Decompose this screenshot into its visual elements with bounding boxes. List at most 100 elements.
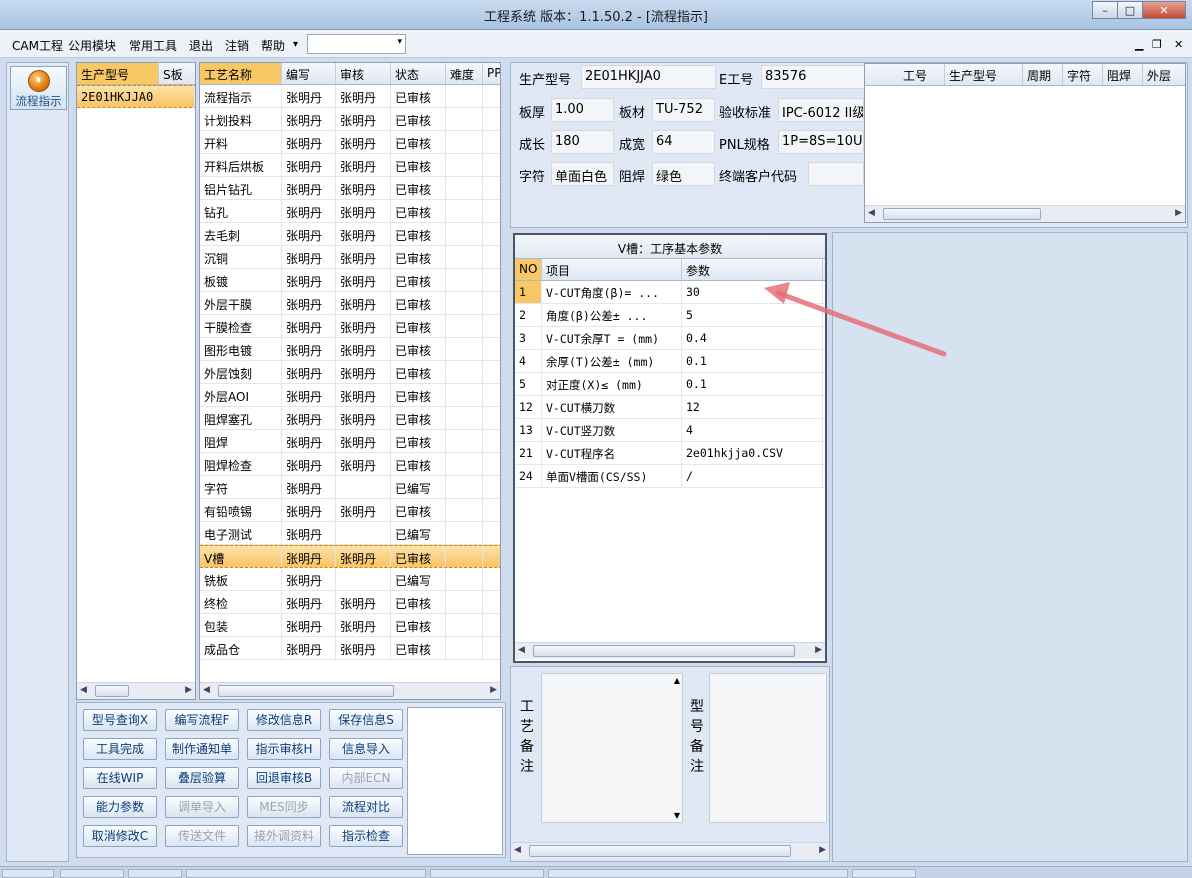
- customer-code-field[interactable]: [808, 162, 864, 186]
- col-character[interactable]: 字符: [1063, 64, 1103, 85]
- scroll-thumb[interactable]: [529, 845, 791, 857]
- col-outer-layer[interactable]: 外层: [1143, 64, 1185, 85]
- table-row[interactable]: 有铅喷锡 张明丹 张明丹 已审核: [200, 499, 500, 522]
- action-button[interactable]: 内部ECN: [329, 767, 403, 789]
- vcut-hscroll[interactable]: ◀ ▶: [515, 642, 825, 659]
- scroll-right-icon[interactable]: ▶: [815, 645, 822, 655]
- action-button[interactable]: 修改信息R: [247, 709, 321, 731]
- col-difficulty[interactable]: 难度: [446, 63, 483, 84]
- col-solder-mask[interactable]: 阻焊: [1103, 64, 1143, 85]
- col-writer[interactable]: 编写: [282, 63, 336, 84]
- action-button[interactable]: 制作通知单: [165, 738, 239, 760]
- table-row[interactable]: 4 余厚(T)公差± (mm) 0.1: [515, 350, 825, 373]
- process-remark-box[interactable]: ▲ ▼: [541, 673, 683, 823]
- scroll-right-icon[interactable]: ▶: [185, 685, 192, 695]
- col-reviewer[interactable]: 审核: [336, 63, 391, 84]
- width-field[interactable]: 64: [652, 130, 715, 154]
- menu-public-modules[interactable]: 公用模块: [68, 37, 116, 54]
- note-box[interactable]: [407, 707, 503, 855]
- table-row[interactable]: 包装 张明丹 张明丹 已审核: [200, 614, 500, 637]
- table-row[interactable]: 板镀 张明丹 张明丹 已审核: [200, 269, 500, 292]
- col-item[interactable]: 项目: [542, 259, 682, 280]
- action-button[interactable]: 叠层验算: [165, 767, 239, 789]
- table-row[interactable]: 21 V-CUT程序名 2e01hkjja0.CSV: [515, 442, 825, 465]
- col-status[interactable]: 状态: [391, 63, 446, 84]
- action-button[interactable]: 传送文件: [165, 825, 239, 847]
- chevron-down-icon[interactable]: ▾: [293, 39, 298, 50]
- toolbar-combo[interactable]: ▾: [307, 34, 406, 54]
- scroll-right-icon[interactable]: ▶: [819, 845, 826, 855]
- table-row[interactable]: 终检 张明丹 张明丹 已审核: [200, 591, 500, 614]
- scroll-right-icon[interactable]: ▶: [1175, 208, 1182, 218]
- col-model[interactable]: 生产型号: [945, 64, 1023, 85]
- scroll-down-icon[interactable]: ▼: [674, 811, 680, 820]
- table-row[interactable]: 2 角度(β)公差± ... 5: [515, 304, 825, 327]
- scroll-left-icon[interactable]: ◀: [203, 685, 210, 695]
- col-s-board[interactable]: S板: [159, 63, 195, 84]
- table-row[interactable]: 1 V-CUT角度(β)= ... 30: [515, 281, 825, 304]
- scroll-left-icon[interactable]: ◀: [514, 845, 521, 855]
- action-button[interactable]: 工具完成: [83, 738, 157, 760]
- table-row[interactable]: 阻焊 张明丹 张明丹 已审核: [200, 430, 500, 453]
- table-row[interactable]: 电子测试 张明丹 已编写: [200, 522, 500, 545]
- scroll-left-icon[interactable]: ◀: [80, 685, 87, 695]
- table-row[interactable]: 5 对正度(X)≤ (mm) 0.1: [515, 373, 825, 396]
- scroll-left-icon[interactable]: ◀: [868, 208, 875, 218]
- col-process-name[interactable]: 工艺名称: [200, 63, 282, 84]
- table-row[interactable]: 2E01HKJJA0: [77, 85, 195, 108]
- action-button[interactable]: 编写流程F: [165, 709, 239, 731]
- col-no[interactable]: NO: [515, 259, 542, 280]
- action-button[interactable]: 流程对比: [329, 796, 403, 818]
- table-row[interactable]: 铣板 张明丹 已编写: [200, 568, 500, 591]
- table-row[interactable]: 去毛刺 张明丹 张明丹 已审核: [200, 223, 500, 246]
- table-row[interactable]: 流程指示 张明丹 张明丹 已审核: [200, 85, 500, 108]
- table-row[interactable]: 24 单面V槽面(CS/SS) /: [515, 465, 825, 488]
- nav-process-button[interactable]: ⏸ 流程指示: [10, 66, 67, 110]
- table-row[interactable]: V槽 张明丹 张明丹 已审核: [200, 545, 500, 568]
- action-button[interactable]: 指示检查: [329, 825, 403, 847]
- action-button[interactable]: 型号查询X: [83, 709, 157, 731]
- action-button[interactable]: 接外调资料: [247, 825, 321, 847]
- table-row[interactable]: 沉铜 张明丹 张明丹 已审核: [200, 246, 500, 269]
- col-job-no[interactable]: 工号: [865, 64, 945, 85]
- minimize-button[interactable]: –: [1092, 1, 1118, 19]
- table-row[interactable]: 钻孔 张明丹 张明丹 已审核: [200, 200, 500, 223]
- table-row[interactable]: 干膜检查 张明丹 张明丹 已审核: [200, 315, 500, 338]
- menu-exit[interactable]: 退出: [189, 37, 213, 54]
- table-row[interactable]: 阻焊塞孔 张明丹 张明丹 已审核: [200, 407, 500, 430]
- col-cycle[interactable]: 周期: [1023, 64, 1063, 85]
- menu-help[interactable]: 帮助: [261, 37, 285, 54]
- scroll-thumb[interactable]: [218, 685, 394, 697]
- action-button[interactable]: MES同步: [247, 796, 321, 818]
- model-remark-box[interactable]: [709, 673, 827, 823]
- table-row[interactable]: 外层干膜 张明丹 张明丹 已审核: [200, 292, 500, 315]
- models-hscroll[interactable]: ◀ ▶: [77, 682, 195, 699]
- table-row[interactable]: 开料 张明丹 张明丹 已审核: [200, 131, 500, 154]
- table-row[interactable]: 开料后烘板 张明丹 张明丹 已审核: [200, 154, 500, 177]
- thickness-field[interactable]: 1.00: [551, 98, 614, 122]
- maximize-button[interactable]: □: [1117, 1, 1143, 19]
- side-hscroll[interactable]: ◀ ▶: [865, 205, 1185, 222]
- mdi-restore-button[interactable]: ❐: [1152, 38, 1162, 51]
- col-pp[interactable]: PP: [483, 63, 500, 84]
- standard-field[interactable]: IPC-6012 II级: [778, 98, 864, 122]
- action-button[interactable]: 取消修改C: [83, 825, 157, 847]
- table-row[interactable]: 13 V-CUT竖刀数 4: [515, 419, 825, 442]
- menu-logout[interactable]: 注销: [225, 37, 249, 54]
- menu-cam[interactable]: CAM工程: [12, 37, 63, 54]
- col-param[interactable]: 参数: [682, 259, 823, 280]
- menu-tools[interactable]: 常用工具: [129, 37, 177, 54]
- solder-mask-field[interactable]: 绿色: [652, 162, 715, 186]
- table-row[interactable]: 字符 张明丹 已编写: [200, 476, 500, 499]
- scroll-thumb[interactable]: [883, 208, 1041, 220]
- length-field[interactable]: 180: [551, 130, 614, 154]
- scroll-up-icon[interactable]: ▲: [674, 676, 680, 685]
- table-row[interactable]: 外层AOI 张明丹 张明丹 已审核: [200, 384, 500, 407]
- action-button[interactable]: 保存信息S: [329, 709, 403, 731]
- table-row[interactable]: 阻焊检查 张明丹 张明丹 已审核: [200, 453, 500, 476]
- action-button[interactable]: 调单导入: [165, 796, 239, 818]
- table-row[interactable]: 12 V-CUT横刀数 12: [515, 396, 825, 419]
- table-row[interactable]: 外层蚀刻 张明丹 张明丹 已审核: [200, 361, 500, 384]
- table-row[interactable]: 3 V-CUT余厚T = (mm) 0.4: [515, 327, 825, 350]
- mdi-close-button[interactable]: ✕: [1174, 38, 1183, 51]
